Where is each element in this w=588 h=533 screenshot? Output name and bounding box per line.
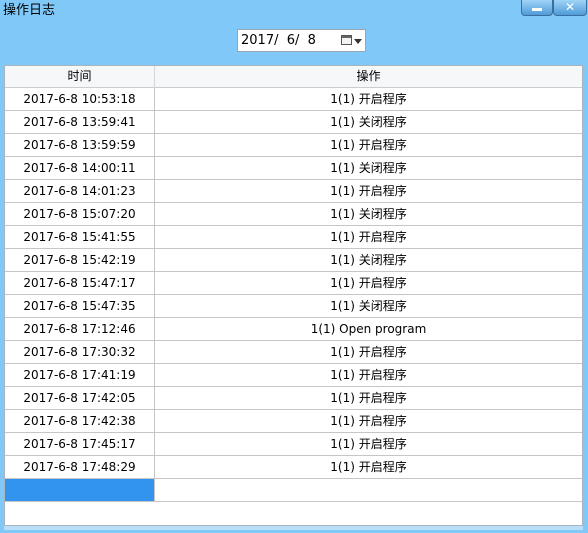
table-row[interactable]: 2017-6-8 17:45:17 1(1) 开启程序 [5,433,582,456]
operation-cell: 1(1) 关闭程序 [330,207,407,221]
title-bar: 操作日志 ✕ [0,0,588,22]
operation-cell: 1(1) 开启程序 [330,368,407,382]
table-row[interactable]: 2017-6-8 13:59:41 1(1) 关闭程序 [5,111,582,134]
time-cell: 2017-6-8 14:00:11 [5,157,155,179]
operation-cell: 1(1) 开启程序 [330,345,407,359]
operation-cell: 1(1) 开启程序 [330,460,407,474]
column-header-time[interactable]: 时间 [5,66,155,88]
operation-cell: 1(1) 开启程序 [330,92,407,106]
table-row[interactable]: 2017-6-8 10:53:18 1(1) 开启程序 [5,88,582,111]
operation-cell: 1(1) 开启程序 [330,437,407,451]
table-row-empty[interactable] [5,479,582,502]
table-row[interactable]: 2017-6-8 15:41:55 1(1) 开启程序 [5,226,582,249]
table-row[interactable]: 2017-6-8 13:59:59 1(1) 开启程序 [5,134,582,157]
log-table: 时间 操作 2017-6-8 10:53:18 1(1) 开启程序 2017-6-8… [4,65,583,526]
time-cell: 2017-6-8 17:41:19 [5,364,155,386]
operation-cell: 1(1) 开启程序 [330,414,407,428]
selected-time-cell[interactable] [5,479,155,501]
table-row[interactable]: 2017-6-8 17:42:05 1(1) 开启程序 [5,387,582,410]
close-icon: ✕ [564,0,576,14]
operation-cell: 1(1) Open program [310,322,427,336]
time-cell: 2017-6-8 15:47:35 [5,295,155,317]
date-picker[interactable]: 2017/ 6/ 8 [237,29,366,52]
bottom-border [4,526,583,530]
time-cell: 2017-6-8 17:48:29 [5,456,155,478]
table-body: 2017-6-8 10:53:18 1(1) 开启程序 2017-6-8 13:59… [5,88,582,502]
time-cell: 2017-6-8 13:59:41 [5,111,155,133]
table-row[interactable]: 2017-6-8 17:30:32 1(1) 开启程序 [5,341,582,364]
operation-cell: 1(1) 开启程序 [330,391,407,405]
window-title: 操作日志 [3,3,56,18]
table-row[interactable]: 2017-6-8 15:47:35 1(1) 关闭程序 [5,295,582,318]
operation-cell: 1(1) 开启程序 [330,276,407,290]
table-row[interactable]: 2017-6-8 15:47:17 1(1) 开启程序 [5,272,582,295]
table-row[interactable]: 2017-6-8 14:01:23 1(1) 开启程序 [5,180,582,203]
empty-operation-cell[interactable] [155,479,582,501]
table-row[interactable]: 2017-6-8 17:48:29 1(1) 开启程序 [5,456,582,479]
table-row[interactable]: 2017-6-8 14:00:11 1(1) 关闭程序 [5,157,582,180]
column-header-operation[interactable]: 操作 [155,66,582,88]
table-row[interactable]: 2017-6-8 17:42:38 1(1) 开启程序 [5,410,582,433]
table-row[interactable]: 2017-6-8 15:42:19 1(1) 关闭程序 [5,249,582,272]
dropdown-arrow-icon[interactable] [354,39,362,44]
table-row[interactable]: 2017-6-8 15:07:20 1(1) 关闭程序 [5,203,582,226]
calendar-icon[interactable] [341,35,352,45]
table-row[interactable]: 2017-6-8 17:12:46 1(1) Open program [5,318,582,341]
operation-cell: 1(1) 开启程序 [330,138,407,152]
time-cell: 2017-6-8 15:07:20 [5,203,155,225]
minimize-button[interactable] [521,0,553,16]
operation-cell: 1(1) 关闭程序 [330,299,407,313]
time-cell: 2017-6-8 15:47:17 [5,272,155,294]
operation-cell: 1(1) 关闭程序 [330,115,407,129]
time-cell: 2017-6-8 17:45:17 [5,433,155,455]
time-cell: 2017-6-8 15:42:19 [5,249,155,271]
time-cell: 2017-6-8 17:12:46 [5,318,155,340]
operation-cell: 1(1) 关闭程序 [330,253,407,267]
close-button[interactable]: ✕ [553,0,587,16]
operation-cell: 1(1) 开启程序 [330,184,407,198]
operation-cell: 1(1) 开启程序 [330,230,407,244]
time-cell: 2017-6-8 17:42:05 [5,387,155,409]
operation-cell: 1(1) 关闭程序 [330,161,407,175]
date-value: 2017/ 6/ 8 [241,33,316,48]
table-row[interactable]: 2017-6-8 17:41:19 1(1) 开启程序 [5,364,582,387]
table-header: 时间 操作 [5,66,582,88]
minimize-icon [532,8,542,11]
time-cell: 2017-6-8 15:41:55 [5,226,155,248]
time-cell: 2017-6-8 13:59:59 [5,134,155,156]
time-cell: 2017-6-8 17:30:32 [5,341,155,363]
time-cell: 2017-6-8 10:53:18 [5,88,155,110]
time-cell: 2017-6-8 17:42:38 [5,410,155,432]
time-cell: 2017-6-8 14:01:23 [5,180,155,202]
